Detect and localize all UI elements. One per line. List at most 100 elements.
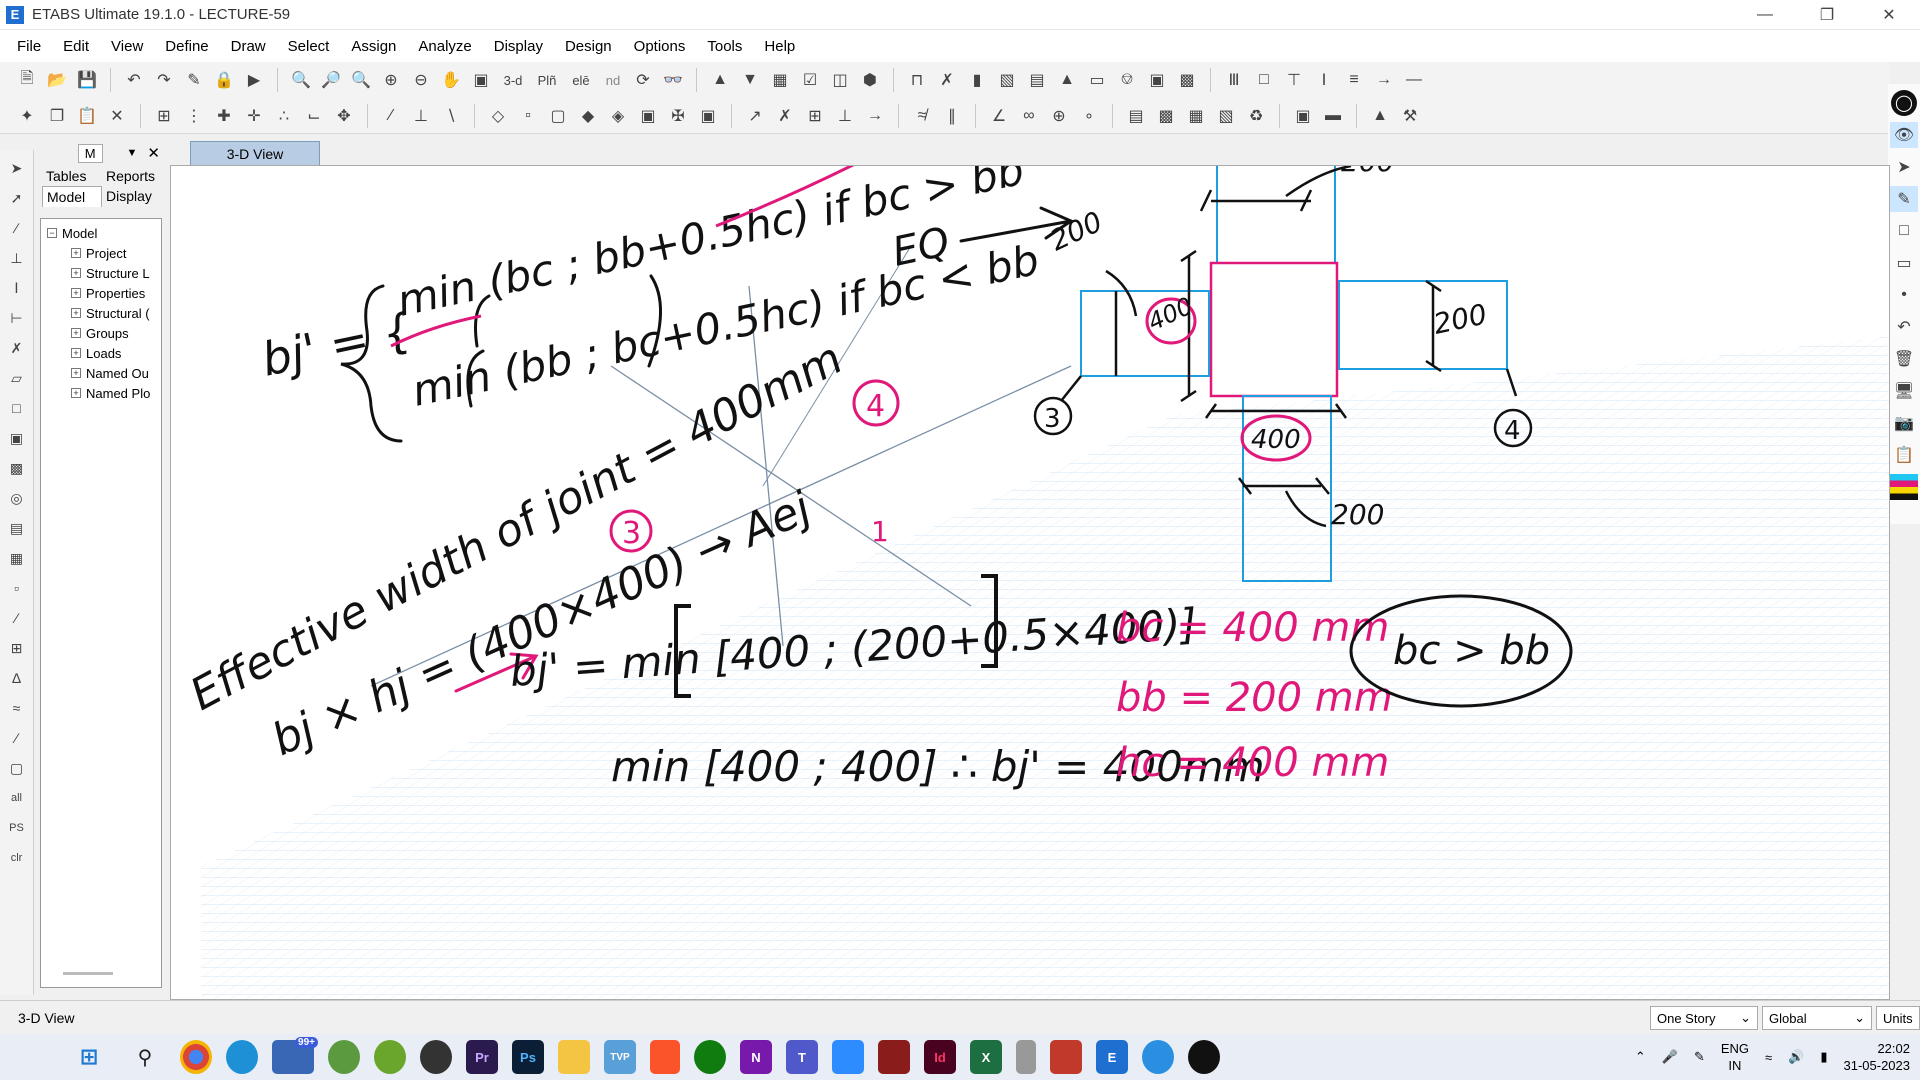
snap-line-icon[interactable]: ∕ <box>378 103 404 129</box>
frame-icon[interactable]: ⊓ <box>904 67 930 93</box>
cursor-icon[interactable]: ➤ <box>1890 154 1918 180</box>
replicate-icon[interactable]: ⊞ <box>151 103 177 129</box>
etabs-taskbar-icon[interactable]: E <box>1096 1040 1128 1074</box>
teams-icon[interactable]: T <box>786 1040 818 1074</box>
blank-tool-icon[interactable]: ▢ <box>4 756 30 780</box>
snap-grid-icon[interactable]: ⊞ <box>802 103 828 129</box>
expand-icon[interactable]: + <box>71 288 81 298</box>
menu-select[interactable]: Select <box>277 38 341 55</box>
zoom-extents-icon[interactable]: 🔎 <box>318 67 344 93</box>
eraser-icon[interactable]: ▭ <box>1890 250 1918 276</box>
extrude-icon[interactable]: ⬢ <box>857 67 883 93</box>
assign-icon[interactable]: ◫ <box>827 67 853 93</box>
dot-icon[interactable]: • <box>1890 282 1918 308</box>
explorer-close-icon[interactable]: ✕ <box>147 144 160 162</box>
davinci-icon[interactable] <box>420 1040 452 1074</box>
draw-line-icon[interactable]: ∕ <box>4 216 30 240</box>
draw-floor-icon[interactable]: ▱ <box>4 366 30 390</box>
lock-icon[interactable]: 🔒 <box>211 67 237 93</box>
draw-brace-icon[interactable]: ⊤ <box>1281 67 1307 93</box>
tree-item-loads[interactable]: + Loads <box>47 343 155 363</box>
draw-grid-icon[interactable]: ⊞ <box>4 636 30 660</box>
zoom-window-icon[interactable]: 🔍 <box>288 67 314 93</box>
snap-intersection-icon[interactable]: ✗ <box>772 103 798 129</box>
search-icon[interactable]: ⚲ <box>124 1040 166 1074</box>
story-select[interactable]: One Story ⌄ <box>1650 1006 1758 1030</box>
snap-parallel-icon[interactable]: ∥ <box>939 103 965 129</box>
draw-tendon-icon[interactable]: ∕ <box>4 606 30 630</box>
expand-icon[interactable]: + <box>71 388 81 398</box>
section-icon[interactable]: ▬ <box>1320 103 1346 129</box>
wifi-icon[interactable]: ≈ <box>1765 1050 1772 1065</box>
tab-tables[interactable]: Tables <box>42 166 102 186</box>
explorer-scrollbar[interactable] <box>63 972 113 975</box>
draw-link-plan-icon[interactable]: ▫ <box>4 576 30 600</box>
pen-tray-icon[interactable]: ✎ <box>1694 1049 1705 1065</box>
object-shrink-icon[interactable]: ▦ <box>767 67 793 93</box>
zoom-icon[interactable] <box>832 1040 864 1074</box>
draw-column-icon[interactable]: Ⅰ <box>1311 67 1337 93</box>
premiere-icon[interactable]: Pr <box>466 1040 498 1074</box>
edge-icon[interactable] <box>226 1040 258 1074</box>
reshape-icon[interactable]: ➚ <box>4 186 30 210</box>
indesign-icon[interactable]: Id <box>924 1040 956 1074</box>
quick-draw-icon[interactable]: ▣ <box>4 426 30 450</box>
plan-view-button[interactable]: Plñ <box>532 67 562 93</box>
tree-item-structure-layout[interactable]: + Structure L <box>47 263 155 283</box>
expand-icon[interactable]: + <box>71 328 81 338</box>
save-icon[interactable]: 💾 <box>74 67 100 93</box>
sketch-app-icon[interactable] <box>1142 1040 1174 1074</box>
draw-link-icon[interactable]: ≡ <box>1341 67 1367 93</box>
box-icon[interactable]: ▣ <box>635 103 661 129</box>
draw-wall-icon[interactable]: □ <box>1251 67 1277 93</box>
minimize-button[interactable]: — <box>1734 0 1796 30</box>
network-app-icon[interactable] <box>328 1040 360 1074</box>
pencil-icon[interactable]: ✎ <box>181 67 207 93</box>
paste-icon[interactable]: 📋 <box>74 103 100 129</box>
draw-rect-area-icon[interactable]: □ <box>4 396 30 420</box>
snap-mid-icon[interactable]: ∖ <box>438 103 464 129</box>
draw-dimension-icon[interactable]: — <box>1401 67 1427 93</box>
grid-lines-icon[interactable]: ⋮ <box>181 103 207 129</box>
explorer-dropdown-icon[interactable]: ▼ <box>127 147 138 159</box>
draw-beam-plan-icon[interactable]: ⊢ <box>4 306 30 330</box>
zoom-previous-icon[interactable]: 🔍 <box>348 67 374 93</box>
concrete-design-icon[interactable]: ▭ <box>1084 67 1110 93</box>
move-icon[interactable]: ✥ <box>331 103 357 129</box>
diamond-icon[interactable]: ◆ <box>575 103 601 129</box>
tab-display[interactable]: Display <box>102 186 162 207</box>
trash-icon[interactable]: 🗑 <box>1890 346 1918 372</box>
snap-angle-icon[interactable]: ∠ <box>986 103 1012 129</box>
joint-icon[interactable]: ▣ <box>1290 103 1316 129</box>
menu-file[interactable]: File <box>6 38 52 55</box>
expand-icon[interactable]: + <box>71 368 81 378</box>
camera-icon[interactable]: 📷 <box>1890 410 1918 436</box>
copy-icon[interactable]: ❐ <box>44 103 70 129</box>
menu-analyze[interactable]: Analyze <box>407 38 482 55</box>
expand-icon[interactable]: + <box>71 248 81 258</box>
tab-3d-view[interactable]: 3-D View <box>190 141 320 166</box>
slab-icon[interactable]: ▫ <box>515 103 541 129</box>
battery-app-icon[interactable] <box>1016 1040 1036 1074</box>
start-windows-icon[interactable]: ⊞ <box>68 1040 110 1074</box>
point-icon[interactable]: ✠ <box>665 103 691 129</box>
language-indicator[interactable]: ENG IN <box>1721 1040 1749 1074</box>
stress-diagram-icon[interactable]: ▧ <box>994 67 1020 93</box>
opening-icon[interactable]: ▢ <box>545 103 571 129</box>
move-up-icon[interactable]: ▲ <box>707 67 733 93</box>
divide-icon[interactable]: ✚ <box>211 103 237 129</box>
previous-select-icon[interactable]: PS <box>4 816 30 840</box>
draw-column-plan-icon[interactable]: Ⅰ <box>4 276 30 300</box>
restore-button[interactable]: ❐ <box>1796 0 1858 30</box>
run-analysis-icon[interactable]: ▶ <box>241 67 267 93</box>
menu-display[interactable]: Display <box>483 38 554 55</box>
lightbulb-app-icon[interactable] <box>1188 1040 1220 1074</box>
open-model-icon[interactable]: 📂 <box>44 67 70 93</box>
menu-draw[interactable]: Draw <box>220 38 277 55</box>
snap-extension-icon[interactable]: → <box>862 103 888 129</box>
rubber-band-icon[interactable]: ▣ <box>468 67 494 93</box>
redo-icon[interactable]: ↷ <box>151 67 177 93</box>
eye-icon[interactable]: 👁 <box>1890 122 1918 148</box>
menu-help[interactable]: Help <box>753 38 806 55</box>
screen-icon[interactable]: 🖥 <box>1890 378 1918 404</box>
